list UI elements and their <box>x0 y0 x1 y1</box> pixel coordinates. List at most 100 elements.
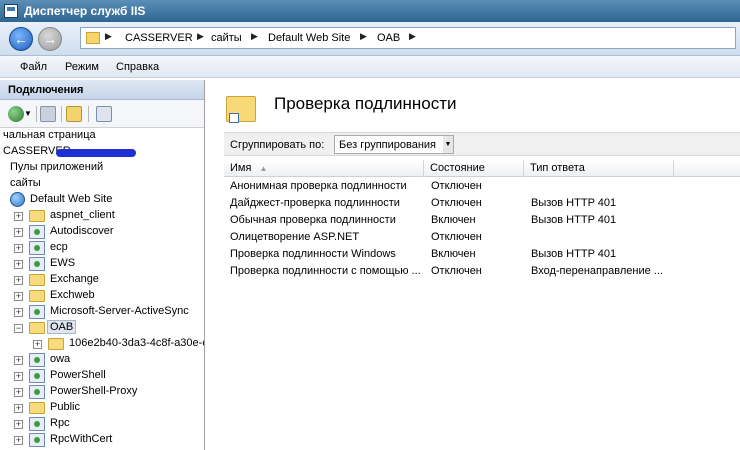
breadcrumb-separator-icon[interactable]: ▶ <box>251 31 258 42</box>
chevron-down-icon[interactable]: ▼ <box>24 106 32 122</box>
breadcrumb-oab[interactable]: OAB <box>377 32 400 44</box>
tree-item-casserver[interactable]: CASSERVER <box>0 144 204 160</box>
connections-pane: Подключения ▼ чальная страница CASSERVER… <box>0 80 205 450</box>
tree-item-rpc[interactable]: + Rpc <box>0 416 204 432</box>
toolbar-divider <box>36 106 37 122</box>
tree-item-start-page[interactable]: чальная страница <box>0 128 204 144</box>
tree-item-aspnet-client[interactable]: + aspnet_client <box>0 208 204 224</box>
tree-item-public[interactable]: + Public <box>0 400 204 416</box>
grid-header: Имя ▲ Состояние Тип ответа <box>224 160 740 177</box>
up-folder-icon[interactable] <box>66 106 82 122</box>
folder-icon <box>29 322 45 334</box>
tree-item-exchweb[interactable]: + Exchweb <box>0 288 204 304</box>
group-by-select[interactable]: Без группирования ▼ <box>334 135 454 154</box>
breadcrumb-default-web-site[interactable]: Default Web Site <box>268 32 350 44</box>
application-icon <box>29 305 45 319</box>
menu-help[interactable]: Справка <box>116 61 159 73</box>
expand-icon[interactable]: + <box>14 372 23 381</box>
tree-item-oab-guid[interactable]: + 106e2b40-3da3-4c8f-a30e-c <box>0 336 204 352</box>
menu-file[interactable]: Файл <box>20 61 47 73</box>
expand-icon[interactable]: + <box>14 436 23 445</box>
breadcrumb-separator-icon[interactable]: ▶ <box>197 31 204 42</box>
redaction-mark <box>56 149 136 157</box>
tree-item-rpcwithcert[interactable]: + RpcWithCert <box>0 432 204 448</box>
tree-item-ecp[interactable]: + ecp <box>0 240 204 256</box>
application-icon <box>29 433 45 447</box>
application-icon <box>29 417 45 431</box>
application-icon <box>29 353 45 367</box>
forward-button[interactable]: → <box>38 27 62 51</box>
tree-item-oab[interactable]: − OAB <box>0 320 204 336</box>
chevron-down-icon[interactable]: ▼ <box>443 136 453 153</box>
connect-icon[interactable] <box>8 106 24 122</box>
tree-item-ews[interactable]: + EWS <box>0 256 204 272</box>
application-icon <box>29 257 45 271</box>
menu-view[interactable]: Режим <box>65 61 99 73</box>
table-row[interactable]: Анонимная проверка подлинности Отключен <box>224 178 740 195</box>
table-row[interactable]: Проверка подлинности с помощью ... Отклю… <box>224 263 740 280</box>
save-icon[interactable] <box>40 106 56 122</box>
application-icon <box>29 241 45 255</box>
column-header-response-type[interactable]: Тип ответа <box>524 160 674 177</box>
table-row[interactable]: Дайджест-проверка подлинности Отключен В… <box>224 195 740 212</box>
breadcrumb-separator-icon[interactable]: ▶ <box>360 31 367 42</box>
feature-pane: Проверка подлинности Сгруппировать по: Б… <box>212 80 740 450</box>
window-title: Диспетчер служб IIS <box>24 4 146 18</box>
expand-icon[interactable]: + <box>14 404 23 413</box>
menu-bar: Файл Режим Справка <box>0 56 740 78</box>
folder-icon <box>48 338 64 350</box>
expand-icon[interactable]: + <box>14 292 23 301</box>
expand-icon[interactable]: + <box>14 212 23 221</box>
breadcrumb-separator-icon[interactable]: ▶ <box>409 31 416 42</box>
globe-icon <box>10 192 25 207</box>
address-bar[interactable]: ▶ CASSERVER ▶ сайты ▶ Default Web Site ▶… <box>80 27 736 49</box>
page-title: Проверка подлинности <box>274 94 457 113</box>
expand-icon[interactable]: + <box>14 260 23 269</box>
collapse-icon[interactable]: − <box>14 324 23 333</box>
table-row[interactable]: Проверка подлинности Windows Включен Выз… <box>224 246 740 263</box>
column-header-name[interactable]: Имя ▲ <box>224 160 424 177</box>
folder-icon <box>86 32 100 44</box>
application-icon <box>29 385 45 399</box>
connections-tree: чальная страница CASSERVER Пулы приложен… <box>0 128 204 450</box>
table-row[interactable]: Олицетворение ASP.NET Отключен <box>224 229 740 246</box>
tree-item-autodiscover[interactable]: + Autodiscover <box>0 224 204 240</box>
expand-icon[interactable]: + <box>14 228 23 237</box>
navigation-bar: ← → ▶ CASSERVER ▶ сайты ▶ Default Web Si… <box>0 22 740 56</box>
expand-icon[interactable]: + <box>14 356 23 365</box>
sort-ascending-icon: ▲ <box>259 164 268 173</box>
folder-icon <box>29 274 45 286</box>
breadcrumb-separator-icon[interactable]: ▶ <box>105 31 112 42</box>
group-by-label: Сгруппировать по: <box>230 139 325 151</box>
connections-toolbar: ▼ <box>0 100 204 128</box>
tree-item-default-web-site[interactable]: Default Web Site <box>0 192 204 208</box>
breadcrumb-casserver[interactable]: CASSERVER <box>125 32 193 44</box>
folder-icon <box>29 402 45 414</box>
tree-item-powershell-proxy[interactable]: + PowerShell-Proxy <box>0 384 204 400</box>
authentication-feature-icon <box>226 96 256 123</box>
table-row[interactable]: Обычная проверка подлинности Включен Выз… <box>224 212 740 229</box>
iis-app-icon <box>4 4 18 18</box>
application-icon <box>29 369 45 383</box>
expand-icon[interactable]: + <box>33 340 42 349</box>
toolbar-divider <box>88 106 89 122</box>
tree-item-owa[interactable]: + owa <box>0 352 204 368</box>
tree-item-sites[interactable]: сайты <box>0 176 204 192</box>
tree-item-activesync[interactable]: + Microsoft-Server-ActiveSync <box>0 304 204 320</box>
folder-icon <box>29 210 45 222</box>
expand-icon[interactable]: + <box>14 388 23 397</box>
expand-icon[interactable]: + <box>14 276 23 285</box>
tree-item-app-pools[interactable]: Пулы приложений <box>0 160 204 176</box>
tree-item-powershell[interactable]: + PowerShell <box>0 368 204 384</box>
tree-item-exchange[interactable]: + Exchange <box>0 272 204 288</box>
column-header-status[interactable]: Состояние <box>424 160 524 177</box>
disconnect-icon[interactable] <box>96 106 112 122</box>
expand-icon[interactable]: + <box>14 420 23 429</box>
title-bar: Диспетчер служб IIS <box>0 0 740 22</box>
toolbar-divider <box>61 106 62 122</box>
connections-header: Подключения <box>0 80 204 100</box>
breadcrumb-sites[interactable]: сайты <box>211 32 242 44</box>
expand-icon[interactable]: + <box>14 308 23 317</box>
expand-icon[interactable]: + <box>14 244 23 253</box>
back-button[interactable]: ← <box>9 27 33 51</box>
